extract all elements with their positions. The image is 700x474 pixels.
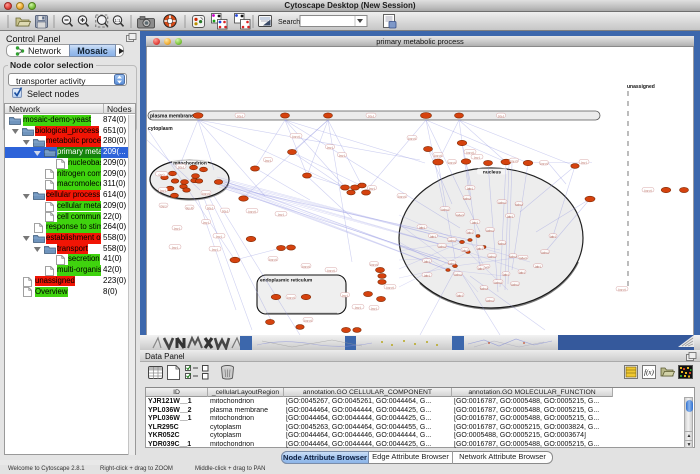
svg-text:(ab-): (ab-)	[507, 214, 513, 218]
svg-text:(ab-): (ab-)	[550, 234, 556, 238]
svg-text:(ab-c): (ab-c)	[511, 282, 518, 286]
svg-text:f(x): f(x)	[644, 369, 654, 377]
svg-text:(xy-): (xy-)	[368, 114, 374, 118]
svg-text:(xy-z): (xy-z)	[466, 150, 474, 154]
svg-text:(xy-z): (xy-z)	[302, 264, 310, 268]
svg-text:(ab-): (ab-)	[519, 270, 525, 274]
svg-text:(ab-c): (ab-c)	[454, 272, 461, 276]
svg-text:(ab-): (ab-)	[467, 186, 473, 190]
svg-text:(xy-): (xy-)	[212, 247, 218, 251]
svg-text:(xy-): (xy-)	[160, 188, 166, 192]
svg-text:(ab-): (ab-)	[503, 272, 509, 276]
svg-text:(xy-z): (xy-z)	[269, 257, 277, 261]
svg-text:(ab-): (ab-)	[424, 259, 430, 263]
svg-text:(ab-c): (ab-c)	[509, 254, 516, 258]
svg-text:(ab-c): (ab-c)	[456, 213, 463, 217]
svg-text:(ab-c): (ab-c)	[541, 250, 548, 254]
svg-text:(xy-z): (xy-z)	[370, 262, 378, 266]
svg-text:(xy-z): (xy-z)	[448, 160, 456, 164]
svg-text:(xy-): (xy-)	[371, 306, 377, 310]
svg-text:(xy-z): (xy-z)	[434, 153, 442, 157]
svg-text:Search:: Search:	[278, 19, 302, 26]
svg-text:(xy-): (xy-)	[178, 165, 184, 169]
svg-text:(xy-): (xy-)	[339, 153, 345, 157]
svg-text:(xy-): (xy-)	[355, 305, 361, 309]
svg-text:(xy-): (xy-)	[474, 155, 480, 159]
svg-text:(xy-z): (xy-z)	[287, 295, 295, 299]
svg-text:(ab-c): (ab-c)	[486, 228, 493, 232]
svg-text:(xy-): (xy-)	[222, 209, 228, 213]
svg-text:(ab-): (ab-)	[457, 293, 463, 297]
svg-text:(xy-z): (xy-z)	[618, 287, 626, 291]
svg-text:(xy-): (xy-)	[207, 206, 213, 210]
svg-text:(xy-z): (xy-z)	[398, 194, 406, 198]
svg-text:(ab-c): (ab-c)	[519, 256, 526, 260]
svg-text:(xy-): (xy-)	[172, 245, 178, 249]
svg-text:(xy-z): (xy-z)	[540, 161, 548, 165]
svg-text:(ab-): (ab-)	[478, 266, 484, 270]
svg-text:(ab-c): (ab-c)	[494, 280, 501, 284]
svg-text:plasma membrane: plasma membrane	[150, 114, 194, 120]
svg-text:(xy-z): (xy-z)	[386, 285, 394, 289]
svg-text:(xy-z): (xy-z)	[292, 134, 300, 138]
svg-text:(ab-): (ab-)	[477, 246, 483, 250]
svg-text:(xy-z): (xy-z)	[186, 206, 194, 210]
svg-text:(ab-c): (ab-c)	[498, 200, 505, 204]
svg-text:(ab-): (ab-)	[467, 230, 473, 234]
svg-text:(ab-c): (ab-c)	[480, 286, 487, 290]
svg-text:(ab-): (ab-)	[419, 225, 425, 229]
svg-text:(ab-): (ab-)	[535, 264, 541, 268]
svg-text:(xy-z): (xy-z)	[408, 136, 416, 140]
svg-text:(ab-): (ab-)	[430, 234, 436, 238]
svg-text:(xy-): (xy-)	[581, 160, 587, 164]
svg-text:cytoplasm: cytoplasm	[148, 126, 173, 132]
svg-text:(xy-z): (xy-z)	[510, 159, 518, 163]
svg-text:(ab-c): (ab-c)	[488, 254, 495, 258]
svg-text:(ab-c): (ab-c)	[441, 207, 448, 211]
svg-text:(xy-): (xy-)	[216, 234, 222, 238]
svg-text:(ab-c): (ab-c)	[498, 241, 505, 245]
svg-text:(xy-z): (xy-z)	[248, 209, 256, 213]
svg-text:(xy-): (xy-)	[159, 172, 165, 176]
svg-text:(xy-z): (xy-z)	[327, 268, 335, 272]
svg-text:unassigned: unassigned	[627, 84, 655, 90]
svg-text:(ab-c): (ab-c)	[486, 298, 493, 302]
svg-text:(ab-c): (ab-c)	[448, 261, 455, 265]
svg-text:(ab-c): (ab-c)	[515, 202, 522, 206]
svg-text:(xy-): (xy-)	[369, 186, 375, 190]
svg-text:(ab-): (ab-)	[424, 273, 430, 277]
svg-text:(ab-c): (ab-c)	[463, 196, 470, 200]
svg-text:(ab-): (ab-)	[462, 248, 468, 252]
svg-text:nucleus: nucleus	[483, 170, 501, 176]
svg-text:(xy-): (xy-)	[342, 293, 348, 297]
svg-text:(xy-): (xy-)	[237, 114, 243, 118]
svg-text:(xy-): (xy-)	[327, 145, 333, 149]
svg-text:(xy-z): (xy-z)	[202, 191, 210, 195]
svg-text:(ab-c): (ab-c)	[448, 238, 455, 242]
svg-text:(xy-z): (xy-z)	[644, 188, 652, 192]
svg-text:(xy-): (xy-)	[498, 114, 504, 118]
svg-text:(xy-): (xy-)	[174, 226, 180, 230]
svg-text:(xy-): (xy-)	[161, 204, 167, 208]
svg-text:(xy-): (xy-)	[278, 212, 284, 216]
svg-text:1:1: 1:1	[114, 18, 121, 23]
svg-text:(xy-): (xy-)	[203, 220, 209, 224]
svg-text:(xy-z): (xy-z)	[304, 318, 312, 322]
svg-text:(xy-): (xy-)	[265, 158, 271, 162]
svg-text:(ab-c): (ab-c)	[438, 244, 445, 248]
svg-text:(ab-): (ab-)	[472, 220, 478, 224]
